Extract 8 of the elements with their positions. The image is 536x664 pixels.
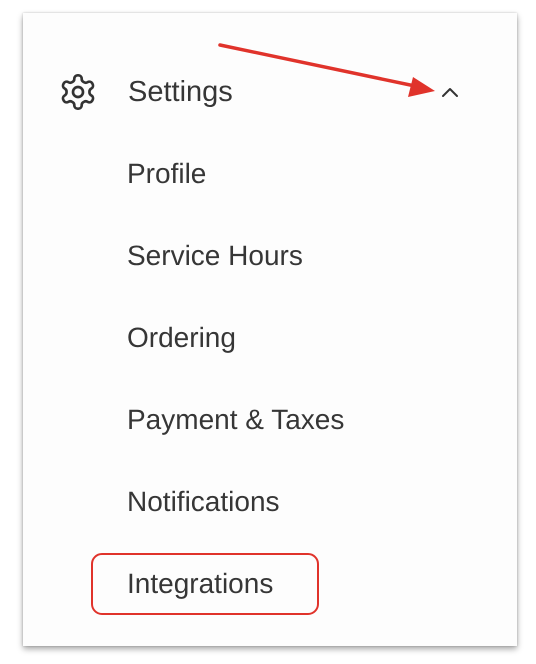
chevron-up-icon[interactable] [440, 85, 460, 99]
menu-title[interactable]: Settings [128, 76, 233, 108]
menu-item[interactable]: Profile [91, 143, 252, 205]
menu-item[interactable]: Ordering [91, 307, 282, 369]
menu-item[interactable]: Payment & Taxes [91, 389, 390, 451]
menu-item[interactable]: Service Hours [91, 225, 349, 287]
menu-item[interactable]: Integrations [91, 553, 320, 615]
menu-item[interactable]: Notifications [91, 471, 326, 533]
